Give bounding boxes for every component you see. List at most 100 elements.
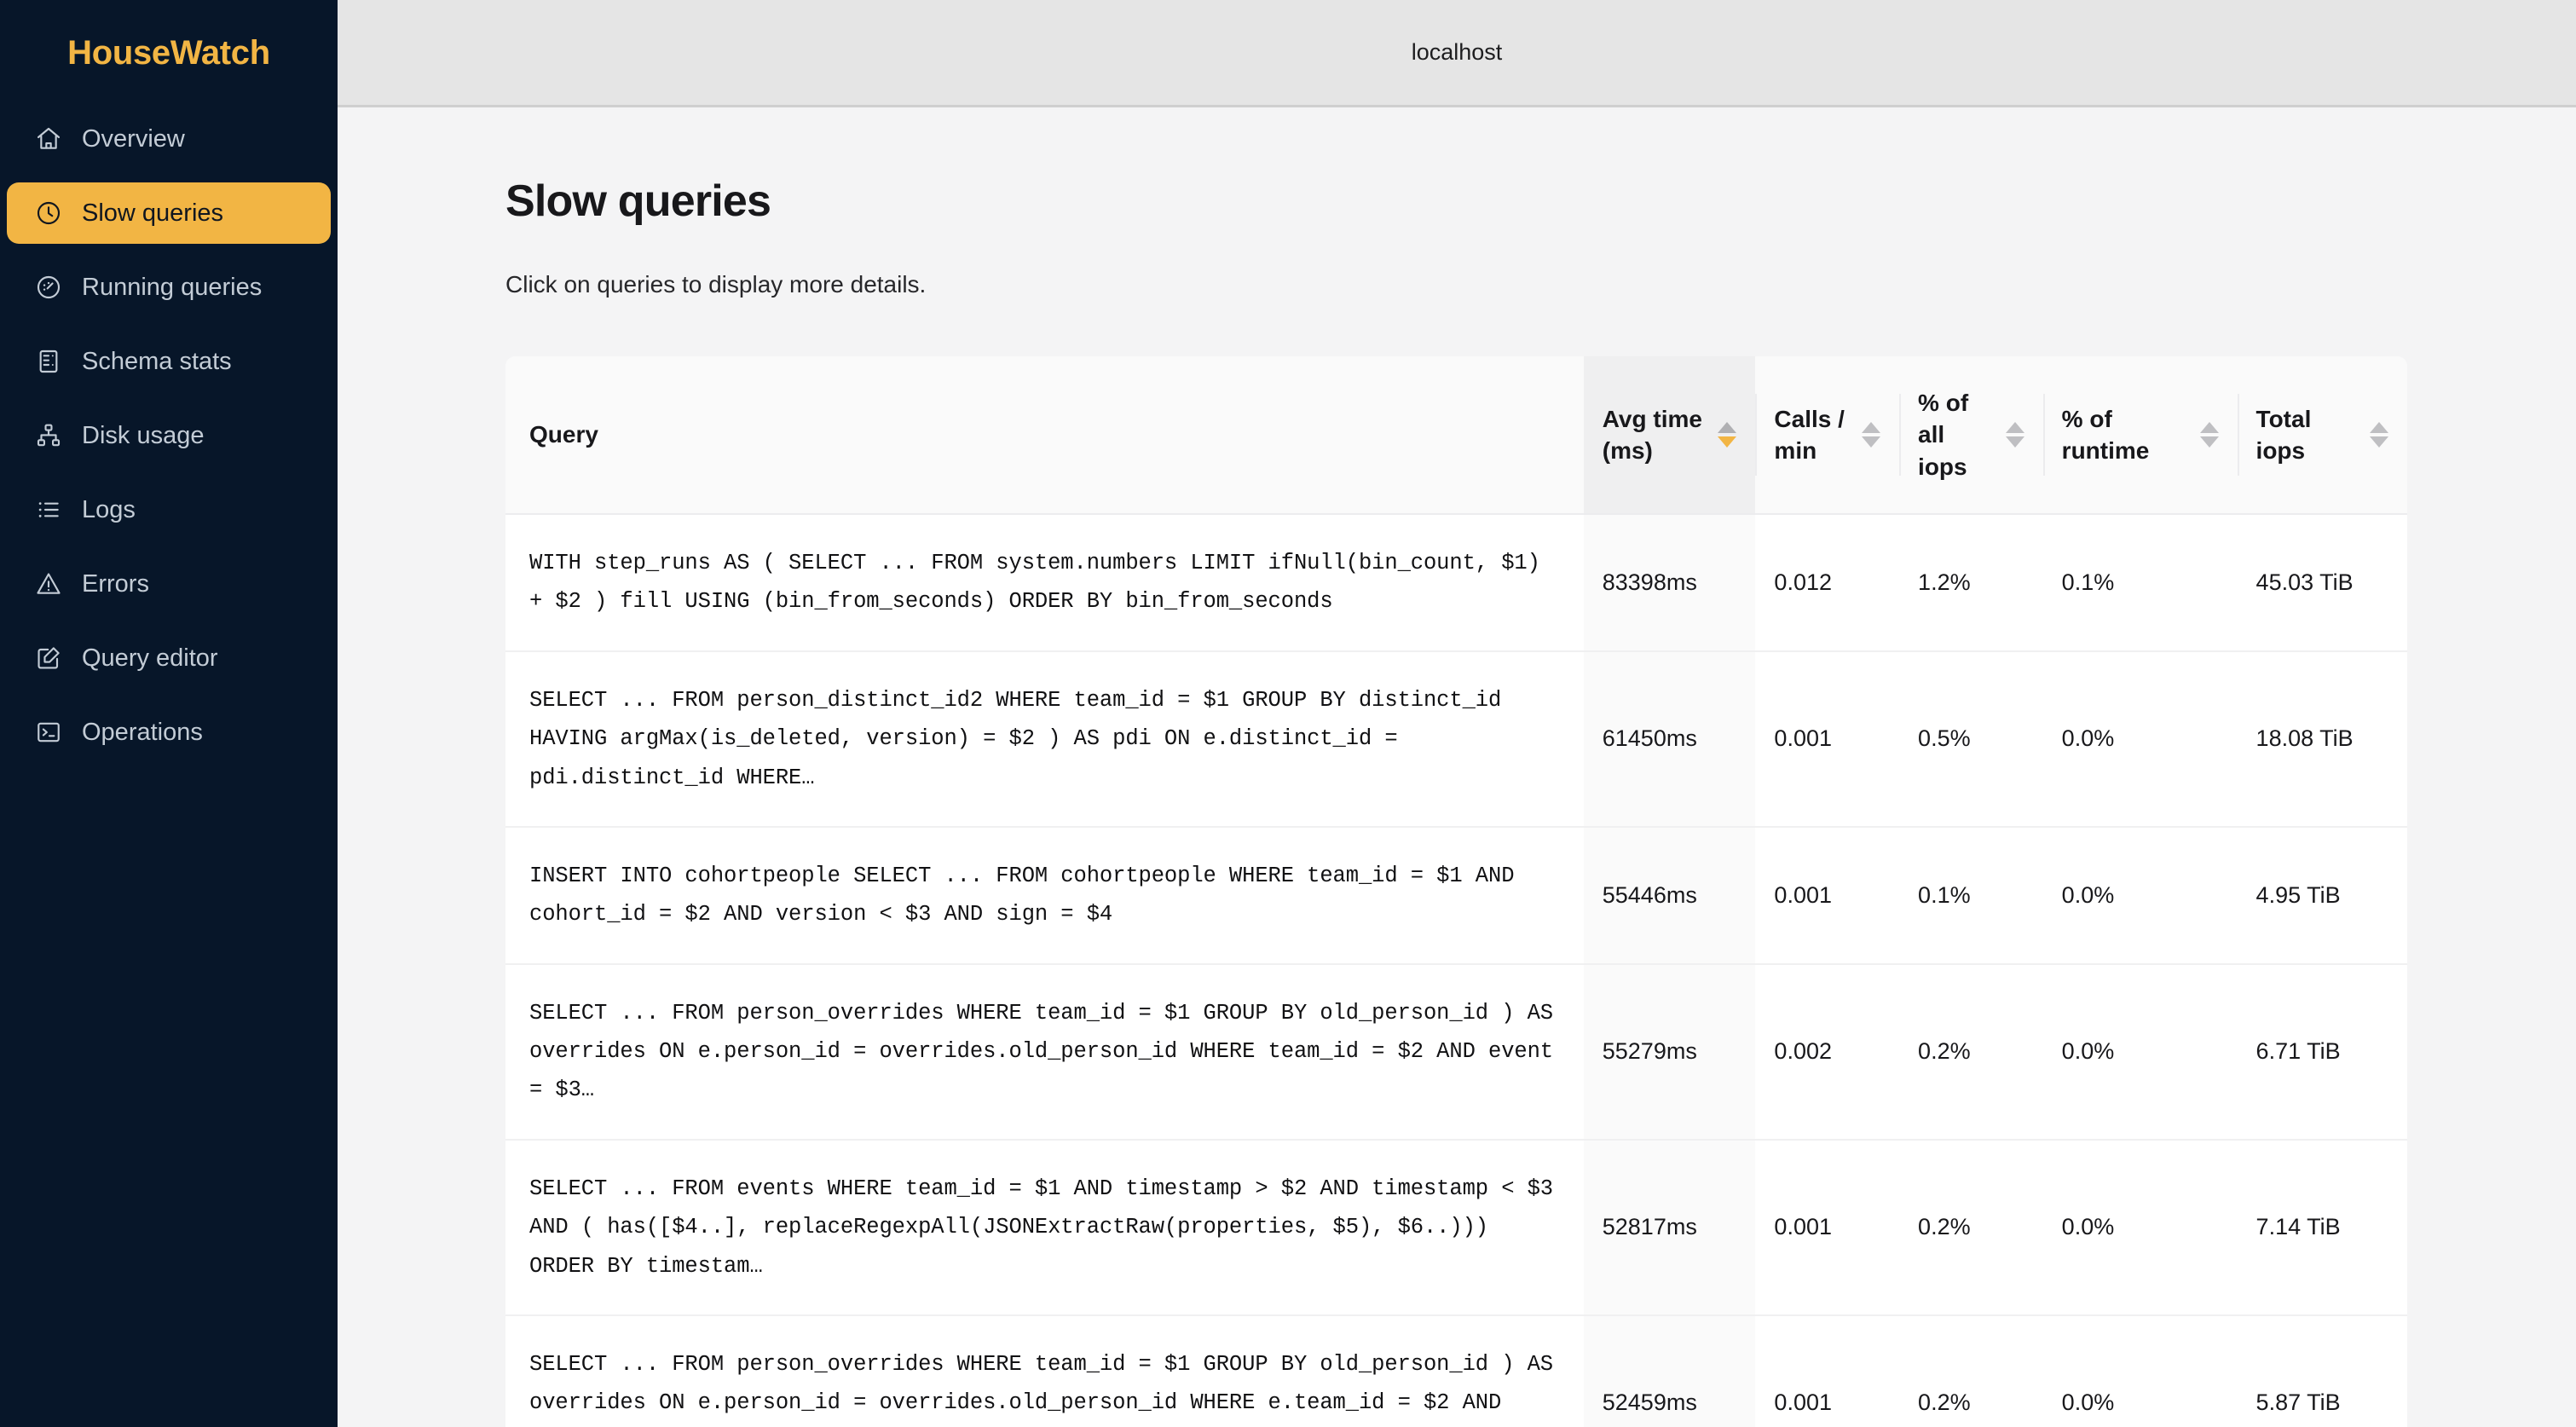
table-row[interactable]: WITH step_runs AS ( SELECT ... FROM syst… [505, 514, 2407, 652]
cell-avg: 83398ms [1583, 514, 1756, 652]
terminal-icon [34, 718, 63, 747]
sidebar-item-slow-queries[interactable]: Slow queries [7, 182, 331, 244]
column-header-label: % of all iops [1918, 390, 1969, 480]
sidebar-item-operations[interactable]: Operations [7, 702, 331, 763]
cell-avg: 61450ms [1583, 650, 1756, 828]
column-divider [1899, 394, 1902, 476]
sidebar-item-label: Logs [82, 495, 136, 523]
cell-totiops: 7.14 TiB [2237, 1139, 2407, 1316]
column-header-alliops[interactable]: % of all iops [1899, 356, 2043, 515]
cell-calls: 0.001 [1755, 1314, 1900, 1427]
cell-alliops: 0.2% [1899, 963, 2043, 1141]
sidebar-item-disk-usage[interactable]: Disk usage [7, 405, 331, 466]
sort-ascending-icon[interactable] [1862, 422, 1881, 433]
sidebar-item-logs[interactable]: Logs [7, 479, 331, 540]
slow-queries-table: Query Avg time (ms) Calls / min % of all io… [505, 356, 2407, 1427]
sort-descending-icon[interactable] [2370, 436, 2388, 448]
page-content: Slow queries Click on queries to display… [338, 107, 2576, 1427]
sort-toggle-alliops[interactable] [2005, 421, 2024, 448]
column-header-label: % of runtime [2061, 405, 2150, 464]
list-icon [34, 495, 63, 524]
app-logo: HouseWatch [67, 34, 270, 72]
column-header-totiops[interactable]: Total iops [2237, 356, 2407, 515]
sidebar-item-schema-stats[interactable]: Schema stats [7, 331, 331, 392]
cell-alliops: 0.2% [1899, 1314, 2043, 1427]
sort-descending-icon[interactable] [1862, 436, 1881, 448]
sort-descending-icon[interactable] [2199, 436, 2219, 448]
warning-icon [34, 569, 63, 598]
sort-ascending-icon[interactable] [2370, 422, 2388, 433]
cell-query: INSERT INTO cohortpeople SELECT ... FROM… [505, 826, 1584, 965]
sort-descending-icon[interactable] [2005, 436, 2024, 448]
sidebar-item-errors[interactable]: Errors [7, 553, 331, 615]
sort-descending-icon[interactable] [1718, 436, 1737, 448]
cell-calls: 0.001 [1755, 1139, 1900, 1316]
table-header: Query Avg time (ms) Calls / min % of all io… [505, 356, 2407, 515]
cell-runtime: 0.0% [2042, 1139, 2238, 1316]
cell-calls: 0.012 [1755, 514, 1900, 652]
sidebar-item-label: Schema stats [82, 347, 232, 375]
cell-calls: 0.001 [1755, 826, 1900, 965]
page-subtitle: Click on queries to display more details… [505, 271, 927, 298]
gauge-icon [34, 273, 63, 302]
sort-ascending-icon[interactable] [2199, 422, 2219, 433]
sort-toggle-totiops[interactable] [2370, 422, 2388, 448]
host-title: localhost [1411, 39, 1503, 65]
sidebar-item-label: Query editor [82, 644, 218, 672]
cell-query: WITH step_runs AS ( SELECT ... FROM syst… [505, 514, 1584, 652]
main-area: localhost Slow queries Click on queries … [338, 0, 2576, 1427]
column-header-avg[interactable]: Avg time (ms) [1583, 356, 1756, 515]
sort-ascending-icon[interactable] [1718, 422, 1737, 433]
table-body: WITH step_runs AS ( SELECT ... FROM syst… [505, 514, 2407, 1427]
cell-runtime: 0.0% [2042, 826, 2238, 965]
cell-query: SELECT ... FROM person_distinct_id2 WHER… [505, 650, 1584, 828]
sidebar-item-query-editor[interactable]: Query editor [7, 627, 331, 689]
table-row[interactable]: SELECT ... FROM person_distinct_id2 WHER… [505, 650, 2407, 828]
column-header-label: Total iops [2255, 405, 2312, 464]
sidebar-item-overview[interactable]: Overview [7, 108, 331, 170]
cell-alliops: 0.2% [1899, 1139, 2043, 1316]
page-title: Slow queries [505, 176, 771, 226]
sidebar-item-label: Running queries [82, 273, 263, 301]
cell-query: SELECT ... FROM events WHERE team_id = $… [505, 1139, 1584, 1316]
cell-query: SELECT ... FROM person_overrides WHERE t… [505, 1314, 1584, 1427]
column-divider [1755, 394, 1758, 476]
column-header-label: Query [529, 421, 598, 448]
column-header-query: Query [505, 356, 1584, 515]
clock-icon [34, 199, 63, 228]
edit-icon [34, 644, 63, 673]
sort-ascending-icon[interactable] [2005, 421, 2024, 433]
sitemap-icon [34, 421, 63, 450]
sidebar-item-running-queries[interactable]: Running queries [7, 257, 331, 318]
column-header-calls[interactable]: Calls / min [1755, 356, 1900, 515]
table-row[interactable]: SELECT ... FROM events WHERE team_id = $… [505, 1139, 2407, 1316]
cell-runtime: 0.0% [2042, 963, 2238, 1141]
sort-toggle-calls[interactable] [1862, 422, 1881, 448]
column-divider [2042, 394, 2045, 476]
table-row[interactable]: SELECT ... FROM person_overrides WHERE t… [505, 1314, 2407, 1427]
sidebar-item-label: Slow queries [82, 199, 224, 227]
sort-toggle-runtime[interactable] [2199, 422, 2219, 448]
cell-runtime: 0.0% [2042, 1314, 2238, 1427]
column-header-runtime[interactable]: % of runtime [2042, 356, 2238, 515]
cell-alliops: 0.1% [1899, 826, 2043, 965]
cell-avg: 52817ms [1583, 1139, 1756, 1316]
cell-totiops: 6.71 TiB [2237, 963, 2407, 1141]
top-bar: localhost [338, 0, 2576, 107]
sort-toggle-avg[interactable] [1718, 422, 1737, 448]
sidebar-item-label: Overview [82, 124, 185, 153]
column-header-label: Calls / min [1774, 405, 1845, 464]
table-header-row: Query Avg time (ms) Calls / min % of all io… [505, 356, 2407, 515]
cell-query: SELECT ... FROM person_overrides WHERE t… [505, 963, 1584, 1141]
table-row[interactable]: SELECT ... FROM person_overrides WHERE t… [505, 963, 2407, 1141]
table-row[interactable]: INSERT INTO cohortpeople SELECT ... FROM… [505, 826, 2407, 965]
sidebar-nav: Overview Slow queries Running queries Schem… [0, 108, 338, 763]
home-icon [34, 124, 63, 153]
cell-calls: 0.001 [1755, 650, 1900, 828]
cell-alliops: 1.2% [1899, 514, 2043, 652]
app-root: HouseWatch Overview Slow queries Running q… [0, 0, 2576, 1427]
cell-runtime: 0.0% [2042, 650, 2238, 828]
cell-alliops: 0.5% [1899, 650, 2043, 828]
sidebar-item-label: Disk usage [82, 421, 205, 449]
slow-queries-table-container: Query Avg time (ms) Calls / min % of all io… [505, 356, 2407, 1427]
